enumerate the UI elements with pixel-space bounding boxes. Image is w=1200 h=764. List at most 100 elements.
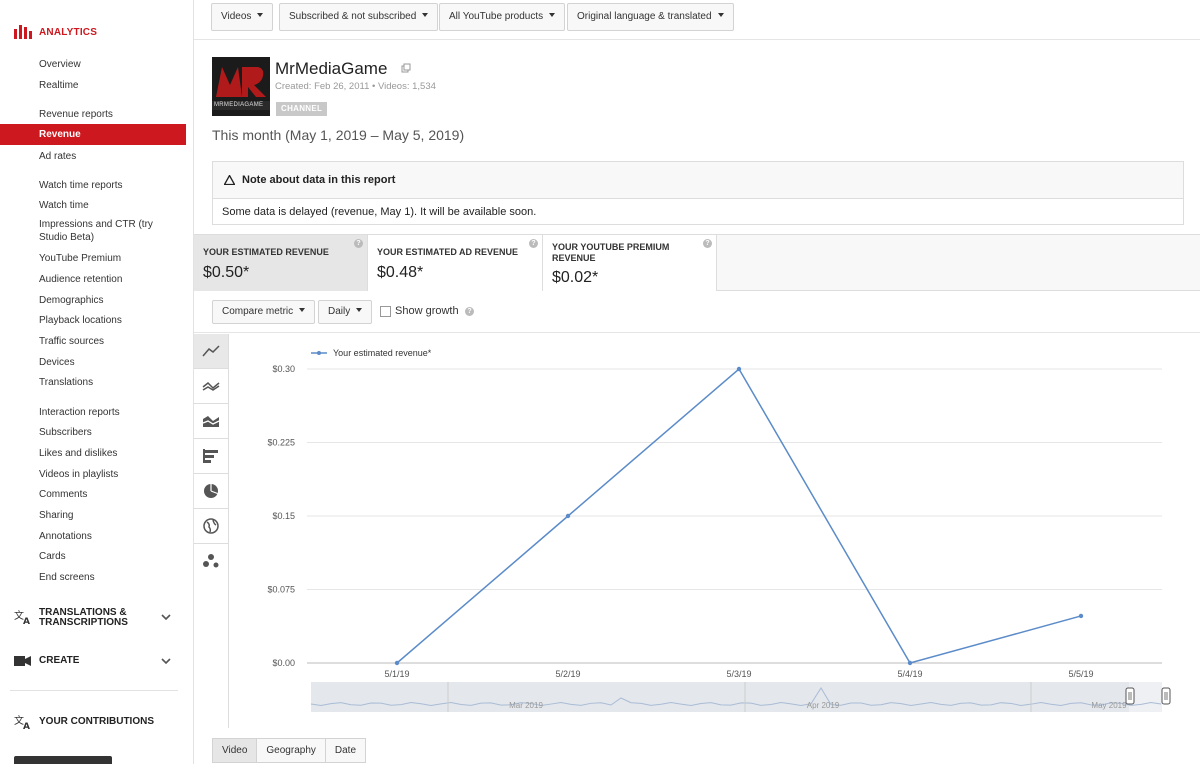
sidebar-item-subscribers[interactable]: Subscribers — [0, 426, 186, 439]
multi-line-chart-tab[interactable] — [194, 369, 228, 404]
sidebar-item-watch-time-reports[interactable]: Watch time reports — [0, 179, 186, 192]
data-point — [907, 660, 913, 666]
translate-icon: 文 A — [14, 609, 30, 625]
map-chart-tab[interactable] — [194, 509, 228, 544]
analytics-header[interactable]: ANALYTICS — [0, 22, 194, 42]
sidebar-item-traffic-sources[interactable]: Traffic sources — [0, 335, 186, 348]
chart-controls: Compare metric Daily — [194, 291, 1200, 333]
y-tick-label: $0.075 — [267, 585, 295, 595]
help-icon[interactable]: ? — [354, 239, 363, 248]
caret-down-icon — [717, 13, 724, 18]
metric-card-ad-revenue[interactable]: YOUR ESTIMATED AD REVENUE $0.48* ? — [368, 235, 543, 291]
sidebar-item-annotations[interactable]: Annotations — [0, 530, 186, 543]
data-point — [1078, 613, 1084, 619]
interval-dropdown[interactable]: Daily — [318, 300, 373, 324]
sidebar-item-videos-in-playlists[interactable]: Videos in playlists — [0, 468, 186, 481]
subscription-value: Subscribed & not subscribed — [289, 11, 417, 22]
multi-line-chart-icon — [202, 381, 220, 391]
chart-type-tabs — [194, 334, 229, 728]
sidebar-item-comments[interactable]: Comments — [0, 488, 186, 501]
area-chart-tab[interactable] — [194, 404, 228, 439]
sidebar-item-end-screens[interactable]: End screens — [0, 571, 186, 584]
y-tick-label: $0.30 — [272, 364, 295, 374]
date-range-title: This month (May 1, 2019 – May 5, 2019) — [212, 127, 465, 143]
chevron-down-icon[interactable] — [160, 611, 172, 623]
content-type-value: Videos — [221, 11, 252, 22]
sidebar-item-translations[interactable]: Translations — [0, 376, 186, 389]
sidebar-item-likes-dislikes[interactable]: Likes and dislikes — [0, 447, 186, 460]
navigator-handle — [1161, 687, 1171, 705]
y-tick-label: $0.15 — [272, 511, 295, 521]
analytics-label: ANALYTICS — [39, 27, 98, 38]
line-chart-icon — [202, 345, 220, 357]
pie-chart-tab[interactable] — [194, 474, 228, 509]
note-title: Note about data in this report — [242, 174, 396, 186]
note-header[interactable]: Note about data in this report — [213, 162, 1183, 199]
channel-thumbnail[interactable]: MRMEDIAGAME — [212, 57, 270, 116]
line-chart-tab[interactable] — [194, 334, 228, 369]
metric-label: YOUR ESTIMATED AD REVENUE — [377, 247, 519, 257]
products-dropdown[interactable]: All YouTube products — [439, 3, 566, 31]
report-dimension-tabs: Video Geography Date — [212, 738, 367, 763]
x-tick-label: 5/2/19 — [555, 669, 580, 679]
content-type-dropdown[interactable]: Videos — [211, 3, 274, 31]
compare-metric-button[interactable]: Compare metric — [212, 300, 316, 324]
language-dropdown[interactable]: Original language & translated — [567, 3, 734, 31]
chevron-down-icon[interactable] — [160, 655, 172, 667]
translations-section-header[interactable]: 文 A TRANSLATIONS & TRANSCRIPTIONS — [0, 604, 186, 630]
metric-label: YOUR ESTIMATED REVENUE — [203, 247, 329, 257]
contributions-section-header[interactable]: 文 A YOUR CONTRIBUTIONS — [0, 709, 186, 735]
help-icon[interactable]: ? — [703, 239, 712, 248]
translate-icon: 文 A — [14, 714, 30, 730]
sidebar-item-audience-retention[interactable]: Audience retention — [0, 273, 186, 286]
create-section-label: CREATE — [39, 655, 80, 666]
sidebar-item-realtime[interactable]: Realtime — [0, 79, 186, 92]
metric-value: $0.02* — [552, 269, 599, 286]
subscription-dropdown[interactable]: Subscribed & not subscribed — [279, 3, 439, 31]
main-content: Videos Subscribed & not subscribed All Y… — [194, 0, 1200, 764]
revenue-line-chart: $0.00 $0.075 $0.15 $0.225 $0.30 5/1/19 5/2/19 5… — [267, 348, 1171, 712]
sidebar-item-revenue-reports[interactable]: Revenue reports — [0, 108, 186, 121]
sidebar-bottom-button[interactable] — [14, 756, 112, 764]
help-icon[interactable]: ? — [529, 239, 538, 248]
show-growth-label[interactable]: Show growth — [395, 305, 459, 317]
metric-label: YOUR YOUTUBE PREMIUM REVENUE — [552, 242, 670, 263]
tab-video[interactable]: Video — [212, 738, 258, 763]
help-icon[interactable]: ? — [465, 307, 474, 316]
sidebar-item-ad-rates[interactable]: Ad rates — [0, 150, 186, 163]
sidebar-item-demographics[interactable]: Demographics — [0, 294, 186, 307]
products-value: All YouTube products — [449, 11, 544, 22]
svg-text:A: A — [23, 617, 30, 625]
external-link-icon[interactable] — [401, 63, 411, 73]
compare-metric-label: Compare metric — [222, 306, 294, 317]
navigator-label: Apr 2019 — [807, 701, 840, 710]
sidebar-item-watch-time[interactable]: Watch time — [0, 199, 186, 212]
sidebar-item-overview[interactable]: Overview — [0, 58, 186, 71]
create-section-header[interactable]: CREATE — [0, 648, 186, 674]
bubble-chart-tab[interactable] — [194, 544, 228, 579]
show-growth-checkbox[interactable] — [380, 306, 391, 317]
x-tick-label: 5/1/19 — [384, 669, 409, 679]
sidebar-item-sharing[interactable]: Sharing — [0, 509, 186, 522]
metric-card-estimated-revenue[interactable]: YOUR ESTIMATED REVENUE $0.50* ? — [194, 235, 368, 291]
channel-badge: CHANNEL — [276, 102, 328, 116]
sidebar-item-youtube-premium[interactable]: YouTube Premium — [0, 252, 186, 265]
tab-date[interactable]: Date — [324, 738, 367, 763]
bar-chart-icon — [14, 25, 32, 39]
channel-name: MrMediaGame — [275, 59, 388, 78]
metric-value: $0.50* — [203, 264, 250, 281]
data-note: Note about data in this report Some data… — [212, 161, 1184, 225]
legend-label: Your estimated revenue* — [333, 348, 432, 358]
sidebar-item-cards[interactable]: Cards — [0, 550, 186, 563]
sidebar-item-revenue[interactable]: Revenue — [0, 124, 186, 145]
bar-chart-tab[interactable] — [194, 439, 228, 474]
globe-icon — [203, 518, 219, 534]
metric-value: $0.48* — [377, 264, 424, 281]
sidebar-item-interaction-reports[interactable]: Interaction reports — [0, 406, 186, 419]
sidebar-item-playback-locations[interactable]: Playback locations — [0, 314, 186, 327]
tab-geography[interactable]: Geography — [256, 738, 326, 763]
metric-card-premium-revenue[interactable]: YOUR YOUTUBE PREMIUM REVENUE $0.02* ? — [543, 235, 717, 291]
sidebar-item-devices[interactable]: Devices — [0, 356, 186, 369]
sidebar-item-impressions-ctr[interactable]: Impressions and CTR (try Studio Beta) — [0, 218, 160, 244]
caret-down-icon — [356, 308, 363, 313]
